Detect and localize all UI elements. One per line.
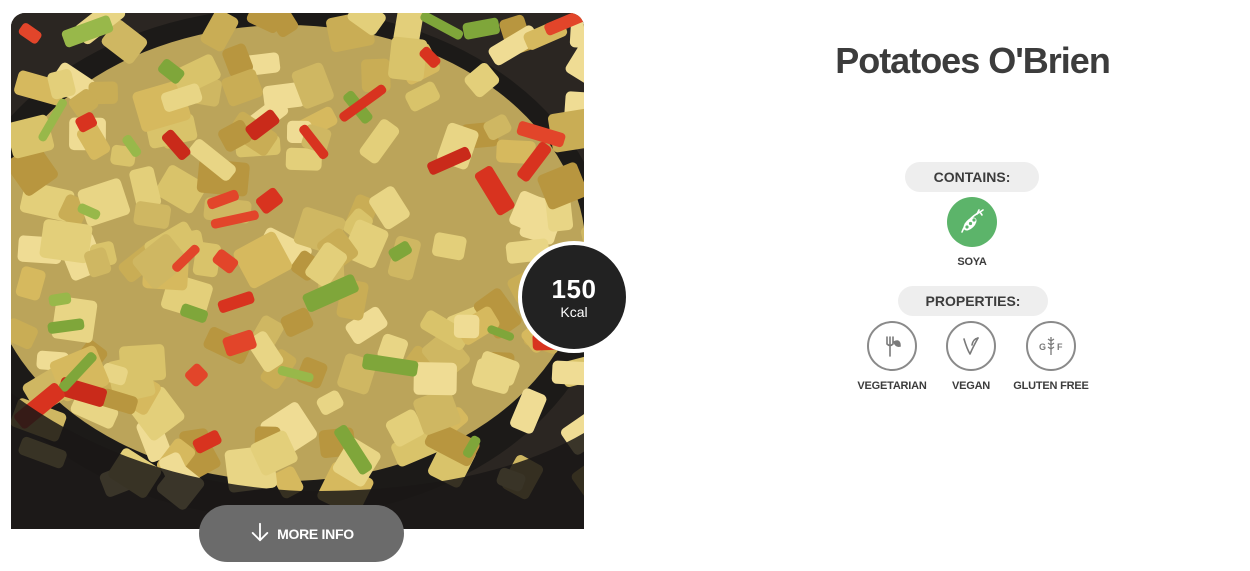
calorie-value: 150 [551, 273, 597, 304]
gluten-free-icon-text-right: F [1057, 342, 1063, 352]
property-vegetarian: VEGETARIAN [847, 321, 937, 392]
property-vegan: VEGAN [926, 321, 1016, 392]
arrow-down-icon [249, 521, 271, 546]
allergen-soya: SOYA [927, 197, 1017, 268]
calorie-badge: 150 Kcal [518, 241, 630, 353]
fork-leaf-icon [867, 321, 917, 371]
recipe-title: Potatoes O'Brien [835, 40, 1111, 81]
more-info-button[interactable]: MORE INFO [199, 505, 404, 562]
more-info-label: MORE INFO [277, 525, 354, 542]
property-label: VEGETARIAN [857, 380, 927, 392]
soy-bean-icon [947, 197, 997, 247]
contains-label: CONTAINS: [905, 162, 1039, 192]
leaf-icon [946, 321, 996, 371]
gluten-free-icon: G F [1026, 321, 1076, 371]
property-label: VEGAN [951, 380, 991, 392]
calorie-unit: Kcal [560, 303, 588, 320]
recipe-photo [11, 13, 584, 529]
properties-label: PROPERTIES: [898, 286, 1048, 316]
property-label: GLUTEN FREE [1013, 380, 1089, 392]
property-gluten-free: G F GLUTEN FREE [1006, 321, 1096, 392]
gluten-free-icon-text-left: G [1039, 342, 1046, 352]
allergen-label: SOYA [957, 256, 987, 268]
